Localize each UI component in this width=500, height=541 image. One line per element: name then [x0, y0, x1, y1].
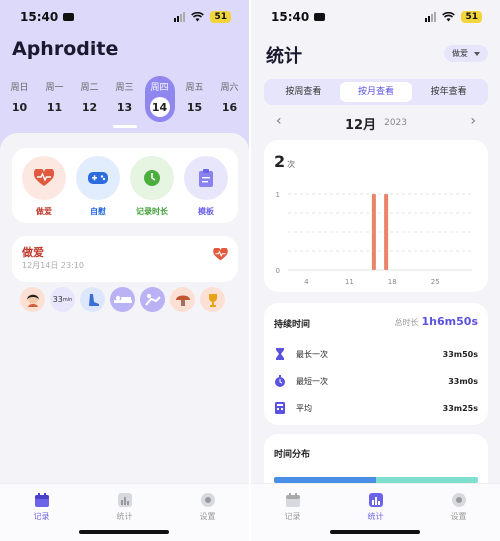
record-card[interactable]: 做爱 12月14日 23:10 [12, 236, 238, 282]
home-indicator [330, 530, 420, 534]
day-friday[interactable]: 周五 15 [180, 76, 210, 120]
quick-action-template[interactable]: 模板 [184, 156, 228, 217]
y-tick-label: 1 [276, 191, 280, 199]
quick-action-duration[interactable]: 记录时长 [130, 156, 174, 217]
app-root: 15:40 51 Aphrodite 周日 10 周一 11 周二 12 周三 13 周… [0, 0, 500, 541]
app-title: Aphrodite [12, 38, 119, 60]
clock-icon [130, 156, 174, 200]
statistics-screen: 15:40 51 统计 做爱 按周查看 按月查看 按年查看 ‹ 12月 2023… [251, 0, 500, 541]
bed-icon [110, 287, 135, 312]
battery-indicator: 51 [461, 11, 482, 23]
duration-total: 总时长 1h6m50s [394, 315, 478, 328]
duration-card: 持续时间 总时长 1h6m50s 最长一次 33m50s 最短一次 33m0s … [264, 303, 488, 425]
signal-icon [425, 12, 437, 22]
chevron-left-icon[interactable]: ‹ [276, 113, 282, 129]
count-chart-card: 2次 1 0 4 11 18 25 [264, 140, 488, 292]
calendar-icon [285, 493, 300, 507]
trophy-icon [200, 287, 225, 312]
x-tick-label: 18 [388, 278, 397, 286]
stopwatch-icon [275, 375, 285, 387]
record-tags: 33 min [20, 287, 225, 312]
wifi-icon [442, 12, 456, 22]
page-title: 统计 [266, 46, 302, 67]
tab-settings[interactable]: 设置 [183, 492, 233, 541]
face-icon [20, 287, 45, 312]
day-sunday[interactable]: 周日 10 [5, 76, 35, 120]
segment-month[interactable]: 按月查看 [339, 82, 413, 102]
type-filter-dropdown[interactable]: 做爱 [444, 45, 488, 62]
duration-tag: 33 min [50, 287, 75, 312]
calendar-icon [34, 493, 49, 507]
record-title: 做爱 [22, 246, 44, 259]
gamepad-icon [76, 156, 120, 200]
mushroom-icon [170, 287, 195, 312]
tab-record[interactable]: 记录 [17, 492, 67, 541]
view-segmented-control: 按周查看 按月查看 按年查看 [264, 79, 488, 105]
sheet-handle[interactable] [113, 125, 137, 128]
status-bar: 15:40 51 [251, 8, 500, 26]
count-summary: 2次 [274, 152, 296, 171]
monthly-bar-chart: 1 0 4 11 18 25 [276, 191, 472, 286]
calculator-icon [275, 402, 285, 414]
duration-row-shortest: 最短一次 33m0s [274, 373, 478, 389]
y-tick-label: 0 [276, 267, 280, 275]
day-saturday[interactable]: 周六 16 [215, 76, 245, 120]
position-icon [140, 287, 165, 312]
wifi-icon [191, 12, 205, 22]
duration-row-average: 平均 33m25s [274, 400, 478, 416]
day-tuesday[interactable]: 周二 12 [75, 76, 105, 120]
tab-settings[interactable]: 设置 [434, 492, 484, 541]
bar-chart-icon [117, 493, 132, 507]
foot-icon [80, 287, 105, 312]
briefcase-icon [314, 13, 326, 21]
hourglass-icon [276, 348, 284, 360]
year-label: 2023 [384, 118, 407, 128]
settings-icon [200, 493, 215, 507]
quick-action-solo[interactable]: 自慰 [76, 156, 120, 217]
quick-actions-card: 做爱 自慰 记录时长 模板 [12, 148, 238, 223]
home-indicator [79, 530, 169, 534]
clipboard-icon [184, 156, 228, 200]
x-tick-label: 25 [431, 278, 440, 286]
quick-action-sex[interactable]: 做爱 [22, 156, 66, 217]
chart-bar [384, 194, 389, 270]
record-screen: 15:40 51 Aphrodite 周日 10 周一 11 周二 12 周三 13 周… [0, 0, 249, 541]
x-tick-label: 4 [304, 278, 309, 286]
briefcase-icon [63, 13, 75, 21]
month-label: 12月 [345, 117, 377, 133]
day-wednesday[interactable]: 周三 13 [110, 76, 140, 120]
tab-record[interactable]: 记录 [268, 492, 318, 541]
signal-icon [174, 12, 186, 22]
month-navigator: ‹ 12月 2023 › [264, 113, 488, 133]
settings-icon [451, 493, 466, 507]
status-time: 15:40 [20, 10, 59, 24]
battery-indicator: 51 [210, 11, 231, 23]
x-tick-label: 11 [345, 278, 354, 286]
duration-row-longest: 最长一次 33m50s [274, 346, 478, 362]
chevron-right-icon[interactable]: › [470, 113, 476, 129]
day-monday[interactable]: 周一 11 [40, 76, 70, 120]
bar-chart-icon [368, 493, 383, 507]
distribution-title: 时间分布 [274, 450, 311, 460]
heartbeat-icon [213, 246, 228, 265]
duration-title: 持续时间 [274, 320, 311, 330]
week-strip: 周日 10 周一 11 周二 12 周三 13 周四 14 周五 15 周六 16 [0, 76, 249, 122]
day-thursday-selected[interactable]: 周四 14 [144, 76, 175, 122]
status-bar: 15:40 51 [0, 8, 249, 26]
record-time: 12月14日 23:10 [22, 261, 84, 270]
status-time: 15:40 [271, 10, 310, 24]
segment-week[interactable]: 按周查看 [267, 82, 340, 102]
heartbeat-icon [22, 156, 66, 200]
segment-year[interactable]: 按年查看 [412, 82, 485, 102]
chevron-down-icon [474, 51, 480, 56]
chart-bar [371, 194, 376, 270]
